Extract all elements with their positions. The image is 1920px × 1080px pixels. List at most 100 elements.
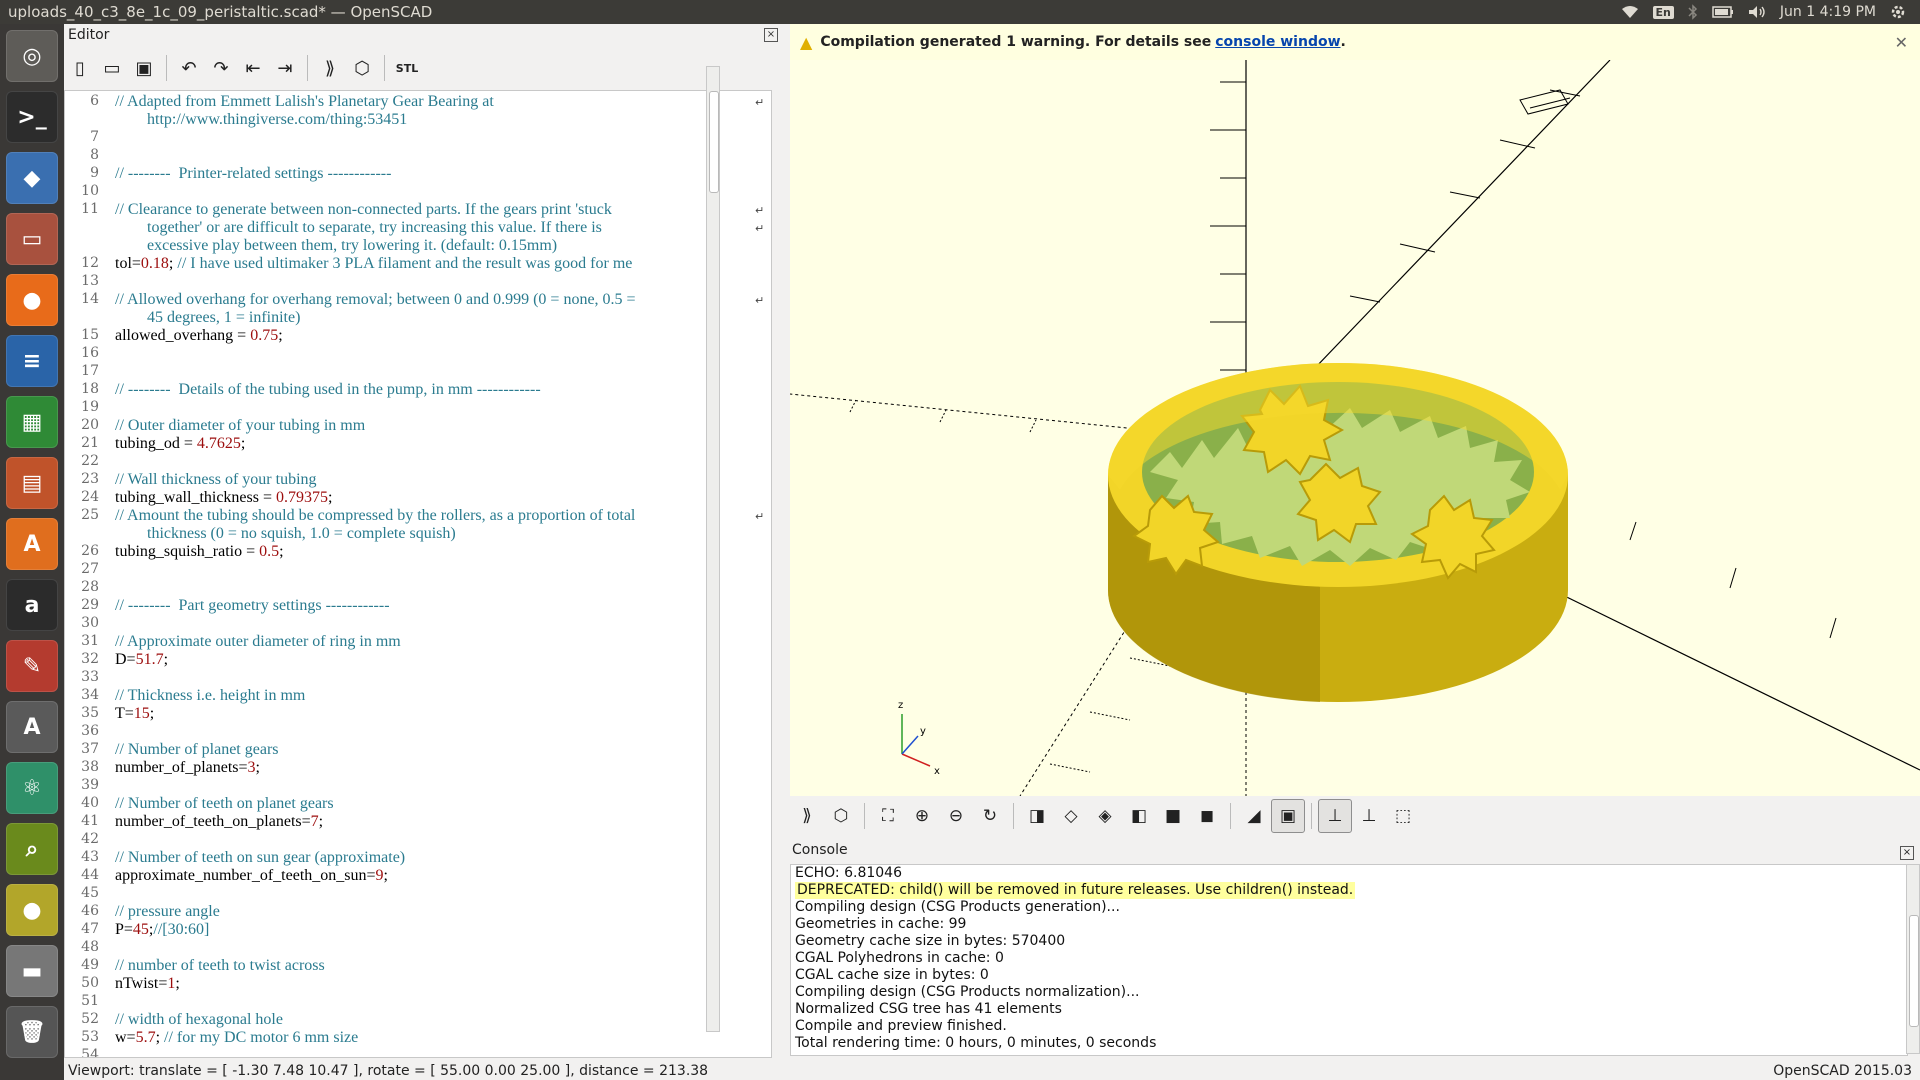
atom-icon[interactable]: ⚛ [6,762,58,814]
code-line[interactable]: nTwist=1; [115,975,180,993]
render-icon[interactable]: ⬡ [346,52,378,84]
code-line[interactable]: // Adapted from Emmett Lalish's Planetar… [115,93,494,111]
clock[interactable]: Jun 1 4:19 PM [1780,4,1876,20]
code-line[interactable]: approximate_number_of_teeth_on_sun=9; [115,867,388,885]
code-line[interactable]: // Wall thickness of your tubing [115,471,317,489]
battery-icon[interactable] [1712,6,1734,18]
bluetooth-icon[interactable] [1688,4,1698,20]
code-line[interactable]: thickness (0 = no squish, 1.0 = complete… [115,525,456,543]
terminal-icon[interactable]: >_ [6,91,58,143]
close-icon[interactable]: × [764,28,778,42]
code-line[interactable]: together' or are difficult to separate, … [115,219,602,237]
view-front-icon[interactable]: ■ [1156,799,1190,833]
view-top-icon[interactable]: ◇ [1054,799,1088,833]
code-line[interactable]: // Amount the tubing should be compresse… [115,507,635,525]
render-icon[interactable]: ⬡ [824,799,858,833]
code-line[interactable]: // pressure angle [115,903,220,921]
code-line[interactable]: // -------- Printer-related settings ---… [115,165,391,183]
code-line[interactable]: // width of hexagonal hole [115,1011,283,1029]
code-line[interactable]: // Number of planet gears [115,741,279,759]
viewer-pane: ▲ Compilation generated 1 warning. For d… [790,24,1920,796]
close-icon[interactable]: × [1900,846,1914,860]
openscad-icon[interactable]: ● [6,884,58,936]
editor-scrollbar[interactable] [706,66,720,1032]
export-stl-icon[interactable]: STL [391,52,423,84]
code-line[interactable]: tol=0.18; // I have used ultimaker 3 PLA… [115,255,632,273]
trash-icon[interactable]: 🗑 [6,1006,58,1058]
code-line[interactable]: // -------- Details of the tubing used i… [115,381,541,399]
view-left-icon[interactable]: ◧ [1122,799,1156,833]
orthogonal-icon[interactable]: ▣ [1271,799,1305,833]
view-right-icon[interactable]: ◨ [1020,799,1054,833]
close-icon[interactable]: ✕ [1895,33,1908,52]
code-line[interactable]: number_of_teeth_on_planets=7; [115,813,323,831]
keyboard-layout-indicator[interactable]: En [1652,5,1674,19]
volume-icon[interactable] [1748,5,1766,19]
indent-icon[interactable]: ⇥ [269,52,301,84]
code-line[interactable]: http://www.thingiverse.com/thing:53451 [115,111,407,129]
redo-icon[interactable]: ↷ [205,52,237,84]
image-viewer-icon[interactable]: ⌕ [6,823,58,875]
code-line[interactable]: // Number of teeth on planet gears [115,795,334,813]
settings-icon[interactable]: ✎ [6,640,58,692]
code-line[interactable]: // Approximate outer diameter of ring in… [115,633,401,651]
code-line[interactable]: // number of teeth to twist across [115,957,325,975]
unindent-icon[interactable]: ⇤ [237,52,269,84]
code-line[interactable]: T=15; [115,705,154,723]
updater-icon[interactable]: A [6,701,58,753]
code-line[interactable]: allowed_overhang = 0.75; [115,327,283,345]
code-line[interactable]: // Clearance to generate between non-con… [115,201,612,219]
code-line[interactable]: excessive play between them, try lowerin… [115,237,557,255]
show-edges-icon[interactable]: ⬚ [1386,799,1420,833]
code-line[interactable]: // Outer diameter of your tubing in mm [115,417,365,435]
show-axes-icon[interactable]: ⊥ [1318,799,1352,833]
gear-icon[interactable] [1890,4,1906,20]
cube-app-icon[interactable]: ◆ [6,152,58,204]
save-icon[interactable]: ▣ [128,52,160,84]
ubuntu-dash-icon[interactable]: ◎ [6,30,58,82]
impress-icon[interactable]: ▤ [6,457,58,509]
files-icon[interactable]: ▭ [6,213,58,265]
view-back-icon[interactable]: ◼ [1190,799,1224,833]
preview-icon[interactable]: ⟫ [790,799,824,833]
view-all-icon[interactable]: ⛶ [871,799,905,833]
wifi-icon[interactable] [1621,5,1639,19]
code-editor[interactable]: 6 // Adapted from Emmett Lalish's Planeta… [64,90,772,1058]
amazon-icon[interactable]: a [6,579,58,631]
scrollbar-thumb[interactable] [709,91,719,193]
console-output[interactable]: ECHO: 6.81046 DEPRECATED: child() will be… [790,864,1908,1056]
code-line[interactable]: // -------- Part geometry settings -----… [115,597,390,615]
zoom-in-icon[interactable]: ⊕ [905,799,939,833]
reset-view-icon[interactable]: ↻ [973,799,1007,833]
code-line[interactable]: tubing_od = 4.7625; [115,435,245,453]
new-file-icon[interactable]: ▯ [64,52,96,84]
code-line[interactable]: D=51.7; [115,651,168,669]
console-window-link[interactable]: console window [1215,34,1340,50]
code-line[interactable]: w=5.7; // for my DC motor 6 mm size [115,1029,358,1047]
code-line[interactable]: // Thickness i.e. height in mm [115,687,305,705]
code-line[interactable]: tubing_wall_thickness = 0.79375; [115,489,332,507]
firefox-icon[interactable]: ● [6,274,58,326]
writer-icon[interactable]: ≡ [6,335,58,387]
view-bottom-icon[interactable]: ◈ [1088,799,1122,833]
zoom-out-icon[interactable]: ⊖ [939,799,973,833]
3d-scene[interactable]: z y x [790,60,1920,796]
code-line[interactable]: P=45;//[30:60] [115,921,209,939]
console-scrollbar[interactable] [1906,864,1920,1054]
code-line[interactable]: // Allowed overhang for overhang removal… [115,291,636,309]
undo-icon[interactable]: ↶ [173,52,205,84]
preview-icon[interactable]: ⟫ [314,52,346,84]
code-line[interactable]: number_of_planets=3; [115,759,260,777]
scrollbar-thumb[interactable] [1909,915,1919,1027]
code-line[interactable]: 45 degrees, 1 = infinite) [115,309,300,327]
software-center-icon[interactable]: A [6,518,58,570]
show-scale-icon[interactable]: ⊥ [1352,799,1386,833]
3d-viewport[interactable]: z y x [790,60,1920,796]
code-line[interactable]: // Number of teeth on sun gear (approxim… [115,849,405,867]
perspective-icon[interactable]: ◢ [1237,799,1271,833]
code-line[interactable]: tubing_squish_ratio = 0.5; [115,543,284,561]
calc-icon[interactable]: ▦ [6,396,58,448]
open-file-icon[interactable]: ▭ [96,52,128,84]
line-number: 15 [81,327,99,343]
disk-icon[interactable]: ▬ [6,945,58,997]
